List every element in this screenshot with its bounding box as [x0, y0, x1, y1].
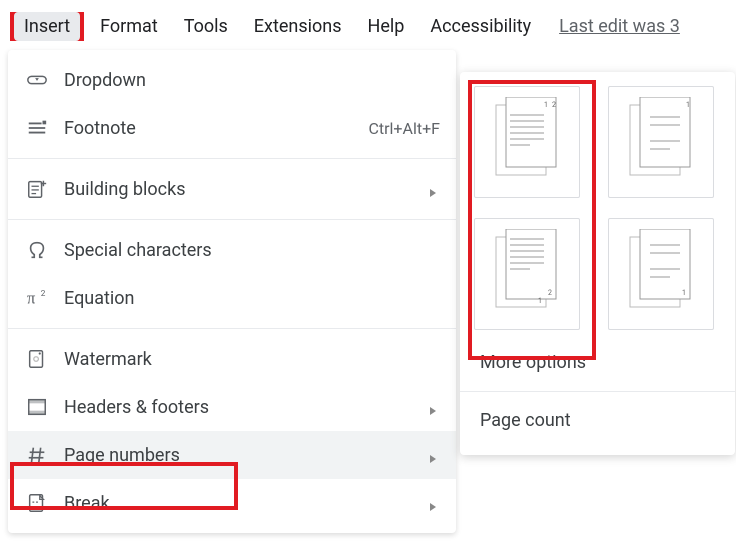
menubar-help[interactable]: Help	[358, 12, 415, 41]
separator	[8, 219, 456, 220]
break-icon	[26, 491, 56, 515]
svg-text:π: π	[27, 289, 36, 308]
svg-text:2: 2	[41, 289, 46, 299]
headers-footers-icon	[26, 395, 56, 419]
highlight-insert: Insert	[10, 12, 84, 41]
pi-icon: π2	[26, 286, 56, 310]
menubar-tools[interactable]: Tools	[174, 12, 238, 41]
menu-special-characters-label: Special characters	[56, 240, 440, 261]
separator	[8, 328, 456, 329]
thumb-footer-skip-first[interactable]: 1	[608, 218, 714, 330]
menu-page-numbers-label: Page numbers	[56, 445, 420, 466]
svg-text:1: 1	[538, 297, 542, 305]
svg-text:1: 1	[686, 101, 690, 109]
svg-text:2: 2	[552, 101, 556, 109]
last-edit-link[interactable]: Last edit was 3	[559, 16, 680, 37]
menubar-accessibility[interactable]: Accessibility	[420, 12, 541, 41]
menu-footnote[interactable]: Footnote Ctrl+Alt+F	[8, 104, 456, 152]
insert-dropdown: Dropdown Footnote Ctrl+Alt+F Building bl…	[8, 50, 456, 533]
menu-headers-footers-label: Headers & footers	[56, 397, 420, 418]
menubar: Insert Format Tools Extensions Help Acce…	[0, 0, 736, 51]
hash-icon	[26, 443, 56, 467]
menubar-insert[interactable]: Insert	[14, 12, 80, 41]
menu-dropdown[interactable]: Dropdown	[8, 56, 456, 104]
separator	[8, 158, 456, 159]
menu-break-label: Break	[56, 493, 420, 514]
menubar-format[interactable]: Format	[90, 12, 168, 41]
svg-text:1: 1	[544, 101, 548, 109]
thumb-header-skip-first[interactable]: 1	[608, 86, 714, 198]
menu-building-blocks-label: Building blocks	[56, 179, 420, 200]
submenu-more-options[interactable]: More options	[474, 338, 721, 387]
menu-special-characters[interactable]: Special characters	[8, 226, 456, 274]
menu-equation[interactable]: π2 Equation	[8, 274, 456, 322]
footnote-icon	[26, 116, 56, 140]
menu-page-numbers[interactable]: Page numbers	[8, 431, 456, 479]
menu-footnote-shortcut: Ctrl+Alt+F	[368, 119, 440, 138]
thumb-header-all[interactable]: 1 2	[474, 86, 580, 198]
submenu-page-count[interactable]: Page count	[474, 396, 721, 445]
menu-headers-footers[interactable]: Headers & footers	[8, 383, 456, 431]
omega-icon	[26, 238, 56, 262]
menu-watermark-label: Watermark	[56, 349, 440, 370]
page-numbers-submenu: 1 2 1	[460, 72, 735, 455]
chevron-right-icon	[428, 449, 440, 461]
menu-equation-label: Equation	[56, 288, 440, 309]
thumbnail-grid: 1 2 1	[474, 86, 721, 330]
menu-dropdown-label: Dropdown	[56, 70, 440, 91]
menu-footnote-label: Footnote	[56, 118, 368, 139]
chevron-right-icon	[428, 401, 440, 413]
menu-watermark[interactable]: Watermark	[8, 335, 456, 383]
building-blocks-icon	[26, 177, 56, 201]
menubar-extensions[interactable]: Extensions	[244, 12, 352, 41]
svg-text:1: 1	[682, 289, 686, 297]
menu-building-blocks[interactable]: Building blocks	[8, 165, 456, 213]
separator	[460, 391, 735, 392]
thumb-footer-all[interactable]: 1 2	[474, 218, 580, 330]
watermark-icon	[26, 347, 56, 371]
chevron-right-icon	[428, 497, 440, 509]
dropdown-icon	[26, 68, 56, 92]
svg-text:2: 2	[548, 289, 552, 297]
menu-break[interactable]: Break	[8, 479, 456, 527]
chevron-right-icon	[428, 183, 440, 195]
